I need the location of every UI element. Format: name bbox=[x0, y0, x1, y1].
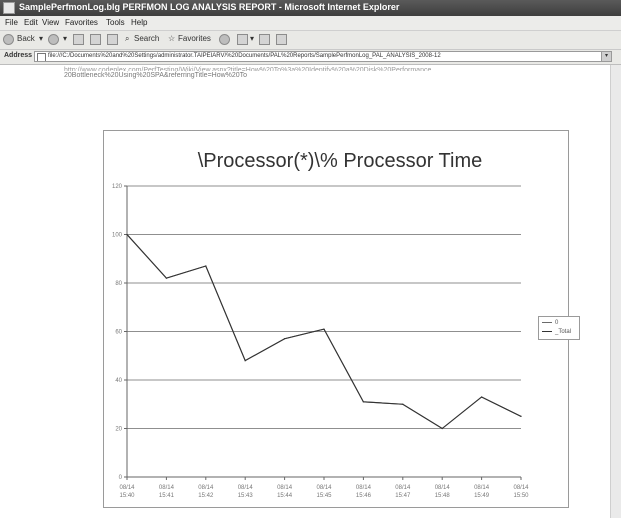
legend-entry-total: _Total bbox=[542, 329, 571, 337]
refresh-icon[interactable] bbox=[90, 34, 101, 45]
search-button[interactable]: Search bbox=[134, 34, 159, 43]
menu-view[interactable]: View bbox=[42, 18, 59, 27]
address-bar: Address file:///C:/Documents%20and%20Set… bbox=[0, 50, 621, 65]
stop-icon[interactable] bbox=[73, 34, 84, 45]
search-icon[interactable]: ⌕ bbox=[125, 34, 129, 44]
menu-bar: File Edit View Favorites Tools Help bbox=[0, 16, 621, 31]
x-tick-label-10: 08/14 15:50 bbox=[513, 485, 529, 499]
x-tick-label-8: 08/14 15:48 bbox=[435, 485, 451, 499]
x-tick-label-3: 08/14 15:43 bbox=[238, 485, 254, 499]
forward-arrow-icon[interactable] bbox=[48, 34, 59, 45]
legend-label-total: _Total bbox=[555, 329, 572, 335]
back-button[interactable]: Back bbox=[17, 34, 35, 43]
processor-time-chart: \Processor(*)\% Processor Time 0 20 40 60 80… bbox=[103, 130, 580, 508]
y-tick-label-20: 20 bbox=[115, 427, 122, 433]
y-tick-label-120: 120 bbox=[112, 184, 123, 190]
data-point-1-0 bbox=[126, 233, 128, 236]
mail-dropdown-icon[interactable]: ▾ bbox=[250, 34, 254, 43]
chart-title: \Processor(*)\% Processor Time bbox=[198, 150, 483, 172]
data-point-1-2 bbox=[205, 265, 207, 267]
data-point-1-10 bbox=[520, 415, 522, 417]
x-tick-label-0: 08/14 15:40 bbox=[119, 485, 135, 499]
back-dropdown-icon[interactable]: ▾ bbox=[39, 34, 43, 43]
vertical-scrollbar[interactable] bbox=[610, 65, 621, 518]
menu-favorites[interactable]: Favorites bbox=[65, 18, 98, 27]
window-title: SamplePerfmonLog.blg PERFMON LOG ANALYSI… bbox=[19, 2, 400, 12]
chart-gridlines bbox=[127, 185, 521, 429]
data-point-1-5 bbox=[323, 328, 325, 330]
address-dropdown-icon[interactable]: ▾ bbox=[601, 52, 611, 61]
reference-link-line2[interactable]: 20Bottleneck%20Using%20SPA&referringTitl… bbox=[64, 71, 431, 80]
chart-legend: 0 _Total bbox=[538, 316, 580, 340]
y-tick-label-100: 100 bbox=[112, 233, 123, 239]
x-tick-label-2: 08/14 15:42 bbox=[198, 485, 214, 499]
menu-help[interactable]: Help bbox=[131, 18, 147, 27]
data-point-1-1 bbox=[165, 277, 167, 279]
home-icon[interactable] bbox=[107, 34, 118, 45]
address-label: Address bbox=[4, 52, 33, 59]
edit-page-icon[interactable] bbox=[276, 34, 287, 45]
forward-dropdown-icon[interactable]: ▾ bbox=[63, 34, 67, 43]
y-tick-label-0: 0 bbox=[119, 475, 123, 481]
favorites-button[interactable]: Favorites bbox=[178, 34, 211, 43]
y-tick-label-60: 60 bbox=[115, 330, 122, 336]
address-input[interactable]: file:///C:/Documents%20and%20Settings/ad… bbox=[34, 51, 612, 62]
legend-swatch-total bbox=[542, 330, 552, 332]
back-arrow-icon[interactable] bbox=[3, 34, 14, 45]
toolbar: Back ▾ ▾ ⌕ Search ☆ Favorites ▾ bbox=[0, 31, 621, 50]
data-point-1-9 bbox=[481, 396, 483, 398]
page-icon bbox=[37, 53, 46, 61]
y-tick-label-40: 40 bbox=[115, 378, 122, 384]
browser-window: SamplePerfmonLog.blg PERFMON LOG ANALYSI… bbox=[0, 0, 621, 518]
x-tick-label-1: 08/14 15:41 bbox=[159, 485, 175, 499]
data-point-1-7 bbox=[402, 403, 404, 405]
chart-y-ticks: 0 20 40 60 80 100 120 bbox=[112, 184, 123, 481]
reference-link[interactable]: http://www.codeplex.com/PerfTesting/Wiki… bbox=[64, 66, 431, 80]
x-tick-label-5: 08/14 15:45 bbox=[316, 485, 332, 499]
menu-tools[interactable]: Tools bbox=[106, 18, 125, 27]
data-point-1-4 bbox=[284, 338, 286, 340]
data-point-1-3 bbox=[244, 360, 246, 362]
legend-swatch-0 bbox=[542, 321, 552, 323]
data-point-1-8 bbox=[441, 427, 443, 430]
data-point-1-6 bbox=[362, 401, 364, 403]
menu-file[interactable]: File bbox=[5, 18, 18, 27]
legend-label-0: 0 bbox=[555, 320, 559, 326]
mail-icon[interactable] bbox=[237, 34, 248, 45]
x-tick-label-9: 08/14 15:49 bbox=[474, 485, 490, 499]
title-bar: SamplePerfmonLog.blg PERFMON LOG ANALYSI… bbox=[0, 0, 621, 16]
menu-edit[interactable]: Edit bbox=[24, 18, 38, 27]
chart-svg: \Processor(*)\% Processor Time 0 20 40 60 80… bbox=[112, 150, 529, 499]
legend-entry-0: 0 bbox=[542, 320, 558, 328]
chart-axes bbox=[124, 185, 522, 480]
x-tick-label-7: 08/14 15:47 bbox=[395, 485, 411, 499]
chart-x-ticks: 08/14 15:40 08/14 15:41 08/14 15:42 08/14 15:43… bbox=[119, 485, 529, 499]
favorites-star-icon[interactable]: ☆ bbox=[168, 34, 175, 43]
x-tick-label-6: 08/14 15:46 bbox=[356, 485, 372, 499]
print-icon[interactable] bbox=[259, 34, 270, 45]
x-tick-label-4: 08/14 15:44 bbox=[277, 485, 293, 499]
history-icon[interactable] bbox=[219, 34, 230, 45]
y-tick-label-80: 80 bbox=[115, 281, 122, 287]
address-value[interactable]: file:///C:/Documents%20and%20Settings/ad… bbox=[48, 53, 441, 59]
internet-explorer-icon bbox=[3, 2, 15, 14]
